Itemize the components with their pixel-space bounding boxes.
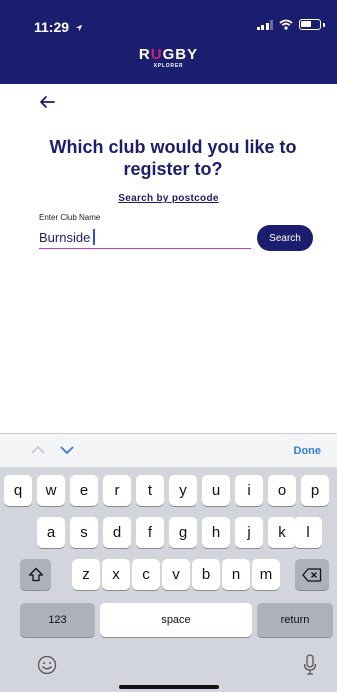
key-k[interactable]: k <box>268 517 296 548</box>
key-x[interactable]: x <box>102 559 130 590</box>
shift-key[interactable] <box>20 559 51 590</box>
key-l[interactable]: l <box>294 517 322 548</box>
club-name-value: Burnside <box>39 229 91 245</box>
battery-nub <box>323 22 325 27</box>
logo-gby: GBY <box>162 46 199 63</box>
key-u[interactable]: u <box>202 475 230 506</box>
chevron-down-icon[interactable] <box>59 445 75 455</box>
club-name-input[interactable]: Burnside <box>39 226 251 249</box>
key-h[interactable]: h <box>202 517 230 548</box>
home-indicator <box>119 685 219 689</box>
status-time-text: 11:29 <box>34 19 70 35</box>
status-time: 11:29 <box>34 19 83 35</box>
numbers-key[interactable]: 123 <box>20 603 95 637</box>
key-o[interactable]: o <box>268 475 296 506</box>
text-cursor <box>93 229 95 245</box>
status-icons <box>256 19 325 30</box>
key-q[interactable]: q <box>4 475 32 506</box>
key-e[interactable]: e <box>70 475 98 506</box>
return-key[interactable]: return <box>257 603 333 637</box>
delete-key[interactable] <box>295 559 329 590</box>
page-title: Which club would you like to register to… <box>49 137 297 179</box>
key-v[interactable]: v <box>162 559 190 590</box>
rugby-xplorer-logo: RUGBY XPLORER <box>0 46 337 70</box>
key-d[interactable]: d <box>103 517 131 548</box>
keyboard-done-button[interactable]: Done <box>294 445 322 457</box>
key-s[interactable]: s <box>70 517 98 548</box>
back-arrow-icon[interactable] <box>38 93 56 111</box>
key-c[interactable]: c <box>132 559 160 590</box>
key-w[interactable]: w <box>37 475 65 506</box>
ios-keyboard: Done q w e r t y u i o p a s d f g h j k… <box>0 433 337 692</box>
microphone-icon[interactable] <box>303 654 317 676</box>
key-f[interactable]: f <box>136 517 164 548</box>
key-a[interactable]: a <box>37 517 65 548</box>
key-n[interactable]: n <box>222 559 250 590</box>
emoji-icon[interactable] <box>37 655 57 675</box>
key-p[interactable]: p <box>301 475 329 506</box>
key-t[interactable]: t <box>136 475 164 506</box>
location-arrow-icon <box>75 24 83 32</box>
key-i[interactable]: i <box>235 475 263 506</box>
key-b[interactable]: b <box>192 559 220 590</box>
club-name-label: Enter Club Name <box>39 213 101 222</box>
key-r[interactable]: r <box>103 475 131 506</box>
search-by-postcode-link[interactable]: Search by postcode <box>0 193 337 204</box>
battery-icon <box>299 19 321 30</box>
key-y[interactable]: y <box>169 475 197 506</box>
logo-r: R <box>138 46 151 63</box>
logo-u: U <box>150 46 163 63</box>
keyboard-toolbar: Done <box>0 433 337 467</box>
wifi-icon <box>279 19 293 30</box>
search-button[interactable]: Search <box>257 225 313 251</box>
key-g[interactable]: g <box>169 517 197 548</box>
shift-icon <box>28 567 43 582</box>
logo-wordmark: RUGBY <box>0 46 337 63</box>
cellular-signal-icon <box>256 19 273 30</box>
space-key[interactable]: space <box>100 603 252 637</box>
app-header: 11:29 RUGBY XPLORER <box>0 0 337 84</box>
logo-subtitle: XPLORER <box>153 63 184 69</box>
backspace-icon <box>302 567 322 582</box>
chevron-up-icon[interactable] <box>30 445 46 455</box>
key-j[interactable]: j <box>235 517 263 548</box>
key-m[interactable]: m <box>252 559 280 590</box>
key-z[interactable]: z <box>72 559 100 590</box>
